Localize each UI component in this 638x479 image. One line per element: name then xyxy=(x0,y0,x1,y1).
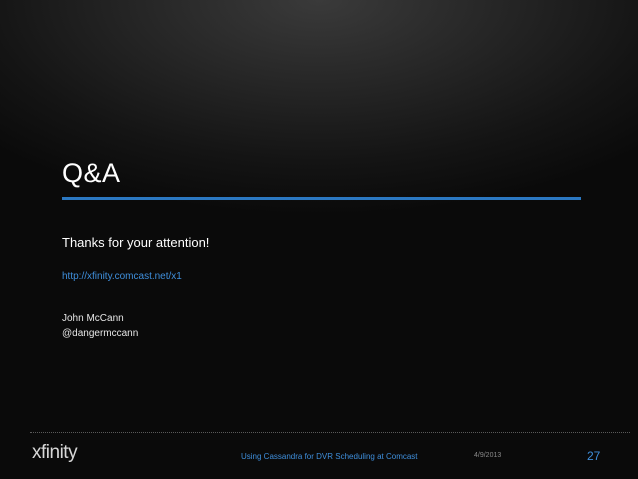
footer-presentation-title: Using Cassandra for DVR Scheduling at Co… xyxy=(241,452,418,461)
footer-date: 4/9/2013 xyxy=(474,452,502,459)
author-block: John McCann @dangermccann xyxy=(62,311,138,341)
slide-subtitle: Thanks for your attention! xyxy=(62,235,210,250)
page-number: 27 xyxy=(587,449,601,463)
xfinity-logo: xfinity xyxy=(32,442,78,464)
author-handle: @dangermccann xyxy=(62,328,139,339)
slide: Q&A Thanks for your attention! http://xf… xyxy=(0,0,638,479)
logo-text: xfinity xyxy=(32,442,78,463)
footer-divider xyxy=(30,432,630,433)
xfinity-link[interactable]: http://xfinity.comcast.net/x1 xyxy=(62,271,182,282)
author-name: John McCann xyxy=(62,313,124,324)
title-divider xyxy=(62,197,581,200)
slide-title: Q&A xyxy=(62,158,121,188)
